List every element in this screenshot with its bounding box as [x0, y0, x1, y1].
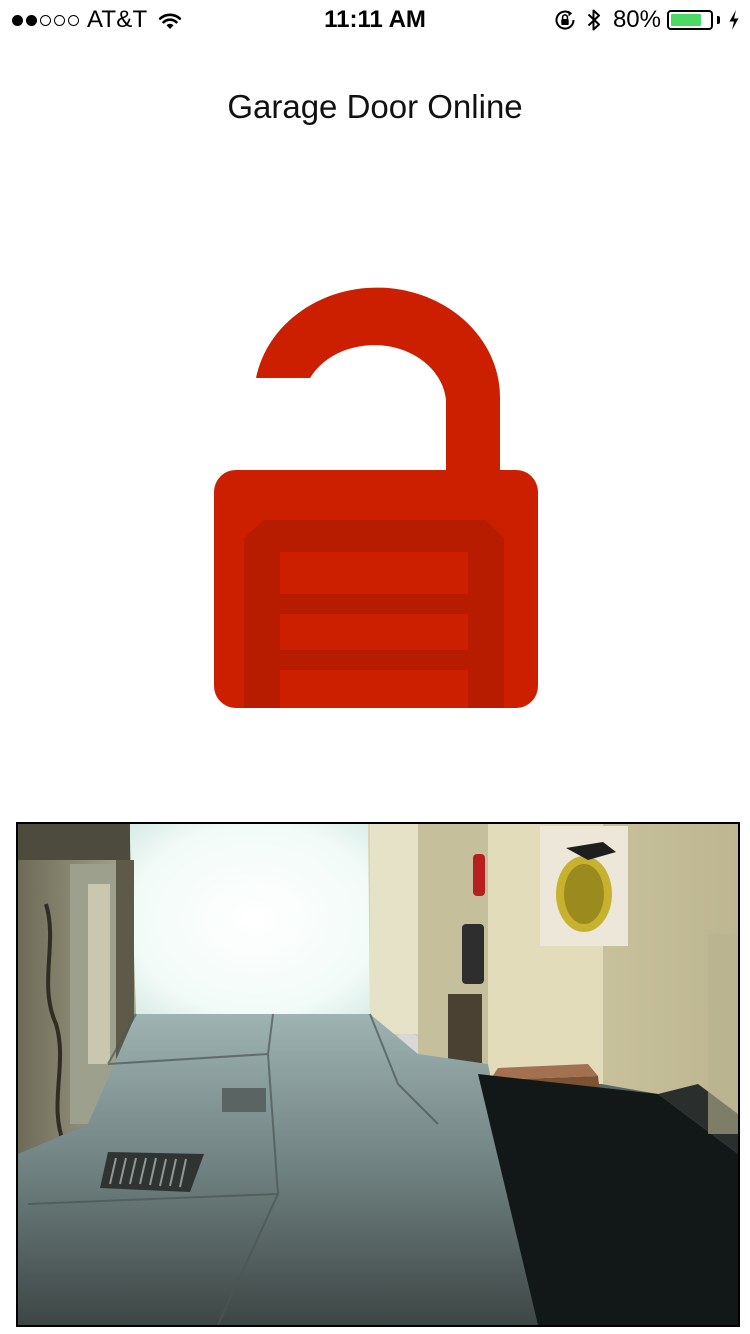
battery-level-fill — [671, 14, 702, 26]
page-title: Garage Door Online — [227, 88, 523, 125]
rotation-lock-icon — [553, 8, 577, 32]
garage-camera-feed[interactable] — [16, 822, 740, 1327]
garage-door-toggle-button[interactable] — [200, 280, 550, 720]
camera-image — [18, 824, 738, 1325]
charging-icon — [728, 9, 740, 31]
battery-percentage: 80% — [612, 6, 661, 33]
status-right: 80% — [553, 6, 740, 34]
bluetooth-icon — [587, 8, 601, 32]
open-padlock-garage-icon — [214, 287, 538, 708]
battery-cap — [717, 16, 720, 24]
battery-icon — [667, 10, 713, 30]
status-bar: AT&T 11:11 AM 80% — [0, 0, 750, 40]
